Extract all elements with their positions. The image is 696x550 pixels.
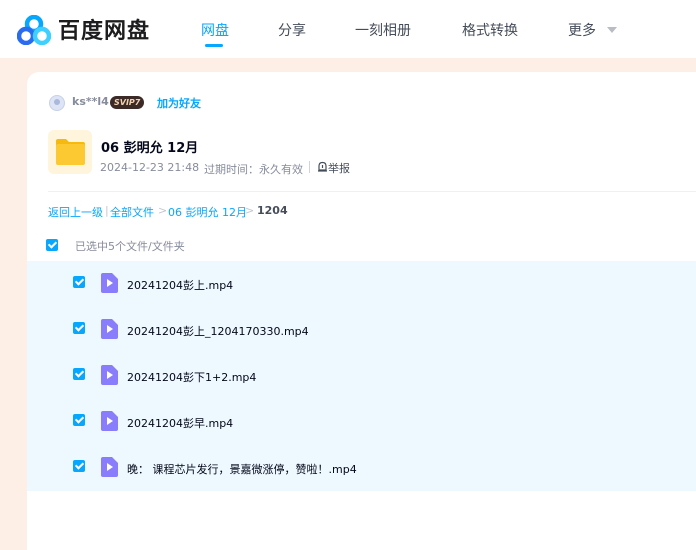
file-name[interactable]: 20241204彭上.mp4: [127, 277, 233, 293]
share-date: 2024-12-23 21:48: [100, 161, 200, 174]
nav-format-convert[interactable]: 格式转换: [462, 20, 518, 40]
checkbox-icon[interactable]: [73, 414, 85, 426]
active-tab-indicator: [205, 44, 223, 47]
video-file-icon: [101, 273, 118, 293]
baidu-netdisk-logo-icon[interactable]: [17, 15, 51, 45]
report-icon[interactable]: [317, 161, 328, 172]
chevron-down-icon[interactable]: [607, 27, 617, 33]
breadcrumb-arrow: >: [158, 204, 168, 217]
svip-badge: SVIP7: [110, 96, 145, 109]
folder-title: 06 彭明允 12月: [101, 141, 199, 156]
checkbox-icon[interactable]: [73, 460, 85, 472]
file-row[interactable]: 20241204彭下1+2.mp4: [27, 353, 696, 399]
checkbox-icon[interactable]: [73, 368, 85, 380]
breadcrumb-all-files[interactable]: 全部文件: [110, 204, 154, 220]
checkbox-icon[interactable]: [73, 322, 85, 334]
select-all-checkbox-icon[interactable]: [46, 239, 58, 251]
divider: [309, 161, 310, 173]
video-file-icon: [101, 411, 118, 431]
file-name[interactable]: 20241204彭早.mp4: [127, 415, 233, 431]
file-row[interactable]: 20241204彭早.mp4: [27, 399, 696, 445]
video-file-icon: [101, 319, 118, 339]
section-divider: [48, 191, 696, 192]
folder-icon: [56, 139, 85, 165]
report-link[interactable]: 举报: [328, 160, 350, 176]
breadcrumb-current: 1204: [257, 204, 288, 217]
file-row[interactable]: 晚： 课程芯片发行，景嘉微涨停，赞啦！.mp4: [27, 445, 696, 491]
breadcrumb-parent-folder[interactable]: 06 彭明允 12月: [168, 204, 247, 220]
logo-text[interactable]: 百度网盘: [58, 13, 150, 45]
breadcrumb-arrow: >: [245, 204, 255, 217]
file-row[interactable]: 20241204彭上_1204170330.mp4: [27, 307, 696, 353]
file-row[interactable]: 20241204彭上.mp4: [27, 261, 696, 307]
nav-netdisk[interactable]: 网盘: [201, 20, 229, 40]
file-name[interactable]: 晚： 课程芯片发行，景嘉微涨停，赞啦！.mp4: [127, 461, 357, 477]
sharer-username[interactable]: ks**l4: [72, 95, 109, 108]
top-navigation-bar: 百度网盘 网盘 分享 一刻相册 格式转换 更多: [0, 0, 696, 58]
breadcrumb-back[interactable]: 返回上一级: [48, 204, 103, 220]
checkbox-icon[interactable]: [73, 276, 85, 288]
file-name[interactable]: 20241204彭上_1204170330.mp4: [127, 323, 309, 339]
video-file-icon: [101, 365, 118, 385]
breadcrumb-divider: |: [105, 204, 109, 217]
nav-moment-album[interactable]: 一刻相册: [355, 20, 411, 40]
nav-more[interactable]: 更多: [568, 20, 596, 40]
selected-count-label: 已选中5个文件/文件夹: [75, 240, 185, 253]
add-friend-link[interactable]: 加为好友: [157, 95, 201, 111]
file-name[interactable]: 20241204彭下1+2.mp4: [127, 369, 256, 385]
avatar[interactable]: [49, 95, 65, 111]
video-file-icon: [101, 457, 118, 477]
nav-share[interactable]: 分享: [278, 20, 306, 40]
expire-time: 过期时间：永久有效: [204, 163, 303, 176]
